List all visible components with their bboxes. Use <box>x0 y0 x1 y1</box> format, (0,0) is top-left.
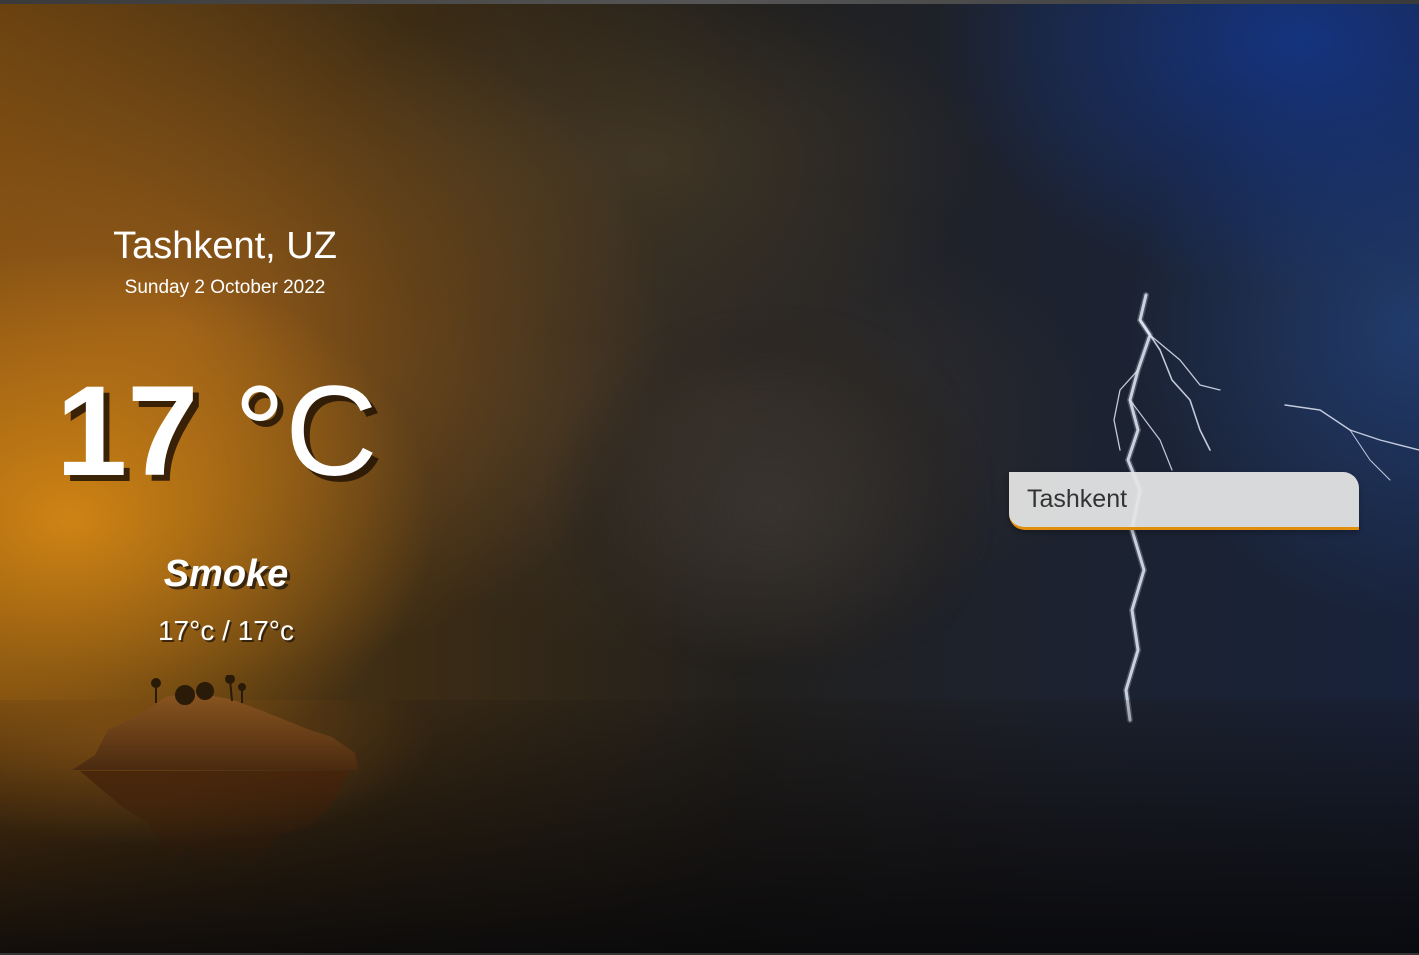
window-top-border <box>0 0 1419 4</box>
hi-lo-temperature: 17°c / 17°c <box>157 615 295 646</box>
temperature-display: 17 °C <box>56 362 378 502</box>
weather-panel: Tashkent, UZ Sunday 2 October 2022 17 °C… <box>0 0 460 955</box>
current-date: Sunday 2 October 2022 <box>124 277 326 298</box>
temperature-unit: °C <box>233 360 378 503</box>
location-title: Tashkent, UZ <box>113 225 337 267</box>
weather-condition: Smoke <box>163 553 289 595</box>
city-search-input[interactable] <box>1009 472 1359 530</box>
temperature-value: 17 <box>56 360 199 503</box>
storm-cloud <box>560 320 980 660</box>
